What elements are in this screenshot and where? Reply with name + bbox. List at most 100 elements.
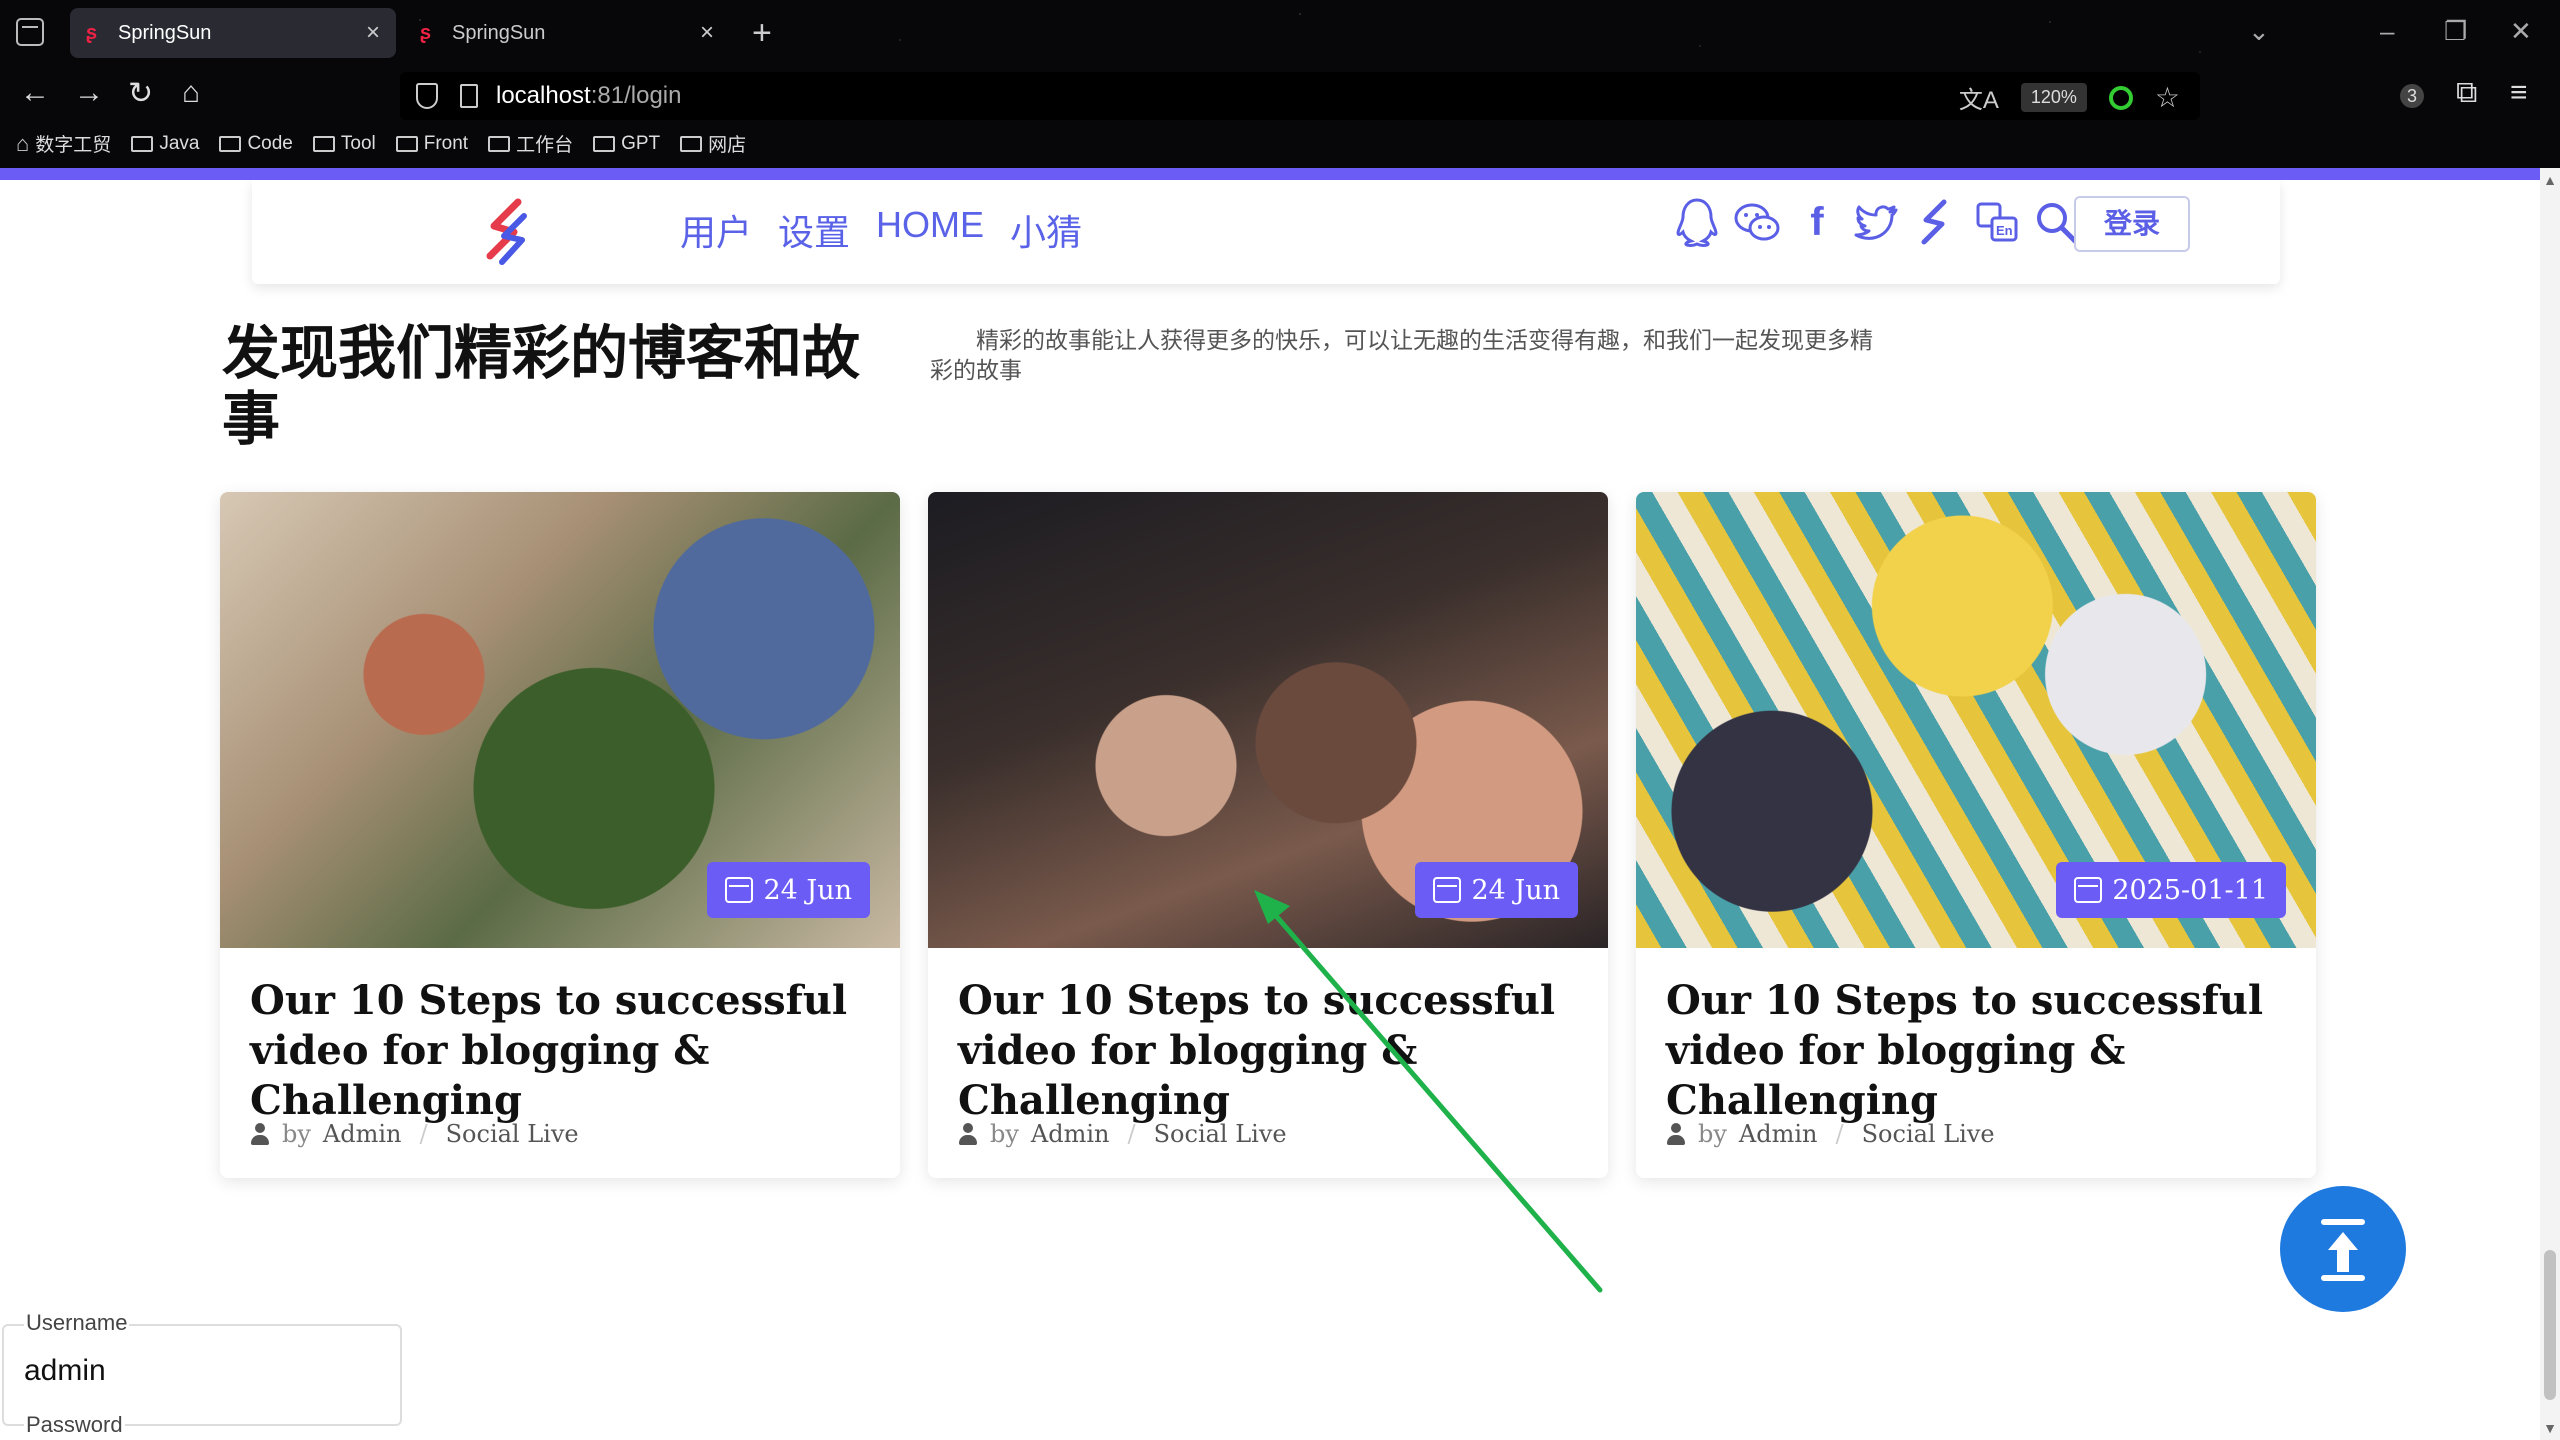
springsun-favicon-icon: ʂ bbox=[86, 22, 98, 44]
restore-icon[interactable]: ❐ bbox=[2444, 16, 2467, 47]
meta-separator: / bbox=[1127, 1120, 1136, 1148]
site-logo-icon[interactable] bbox=[480, 198, 540, 266]
tab-title: SpringSun bbox=[118, 21, 212, 44]
bookmark-item[interactable]: Tool bbox=[312, 130, 376, 157]
folder-icon bbox=[312, 135, 335, 152]
page-content: 用户 设置 HOME 小猜 f En 登录 发现我们精彩的博客和故事 精彩的故事… bbox=[0, 180, 2540, 1440]
close-tab-icon[interactable]: × bbox=[700, 19, 714, 47]
folder-icon bbox=[593, 135, 616, 152]
blog-card[interactable]: 24 Jun Our 10 Steps to successful video … bbox=[220, 492, 900, 1178]
brand-logo-icon[interactable] bbox=[1912, 194, 1962, 250]
date-text: 2025-01-11 bbox=[2112, 874, 2268, 906]
minimize-icon[interactable]: – bbox=[2380, 16, 2394, 47]
site-header: 用户 设置 HOME 小猜 f En 登录 bbox=[252, 180, 2280, 284]
nav-item-home[interactable]: HOME bbox=[876, 204, 984, 256]
author-link[interactable]: Admin bbox=[1739, 1120, 1818, 1148]
menu-icon[interactable]: ≡ bbox=[2510, 76, 2528, 110]
reload-icon[interactable]: ↻ bbox=[128, 76, 153, 111]
author-link[interactable]: Admin bbox=[323, 1120, 402, 1148]
login-button[interactable]: 登录 bbox=[2074, 196, 2190, 252]
extensions-icon[interactable]: ⧉ bbox=[2456, 76, 2477, 110]
scroll-down-icon[interactable]: ▼ bbox=[2543, 1420, 2557, 1436]
blog-card-title[interactable]: Our 10 Steps to successful video for blo… bbox=[250, 976, 880, 1126]
username-value[interactable]: admin bbox=[24, 1354, 106, 1388]
meta-separator: / bbox=[419, 1120, 428, 1148]
page-top-accent-bar bbox=[0, 168, 2540, 180]
scroll-up-icon[interactable]: ▲ bbox=[2543, 172, 2557, 188]
calendar-icon bbox=[2074, 877, 2103, 903]
by-label: by bbox=[282, 1120, 311, 1148]
arrow-up-icon bbox=[2321, 1219, 2365, 1281]
page-description: 精彩的故事能让人获得更多的快乐，可以让无趣的生活变得有趣，和我们一起发现更多精彩… bbox=[930, 328, 1873, 384]
close-tab-icon[interactable]: × bbox=[366, 19, 380, 47]
login-form: Username admin Password bbox=[0, 1310, 404, 1440]
category-link[interactable]: Social Live bbox=[446, 1120, 579, 1148]
bookmark-item[interactable]: 网店 bbox=[680, 130, 746, 157]
category-link[interactable]: Social Live bbox=[1154, 1120, 1287, 1148]
blog-card-title[interactable]: Our 10 Steps to successful video for blo… bbox=[1666, 976, 2296, 1126]
extension-status-icon[interactable] bbox=[2108, 85, 2133, 110]
facebook-icon[interactable]: f bbox=[1792, 194, 1842, 250]
calendar-icon bbox=[725, 877, 754, 903]
back-to-top-button[interactable] bbox=[2280, 1186, 2406, 1312]
social-icons: f En bbox=[1672, 194, 2082, 250]
back-icon[interactable]: ← bbox=[20, 76, 50, 110]
bookmark-item[interactable]: ⌂ 数字工贸 bbox=[16, 130, 111, 157]
category-link[interactable]: Social Live bbox=[1862, 1120, 1995, 1148]
url-path: :81/login bbox=[590, 82, 682, 109]
browser-tab-active[interactable]: ʂ SpringSun × bbox=[70, 8, 396, 58]
nav-item-users[interactable]: 用户 bbox=[680, 204, 752, 256]
bookmark-label: Code bbox=[247, 132, 293, 154]
date-badge: 2025-01-11 bbox=[2056, 862, 2286, 918]
blog-card-title[interactable]: Our 10 Steps to successful video for blo… bbox=[958, 976, 1588, 1126]
bookmark-item[interactable]: GPT bbox=[593, 130, 660, 157]
address-bar[interactable]: localhost :81/login 文A 120% ☆ bbox=[400, 72, 2200, 120]
meta-separator: / bbox=[1835, 1120, 1844, 1148]
nav-item-guess[interactable]: 小猜 bbox=[1010, 204, 1082, 256]
svg-text:En: En bbox=[1996, 223, 2013, 238]
bookmark-item[interactable]: Code bbox=[219, 130, 293, 157]
twitter-icon[interactable] bbox=[1852, 194, 1902, 250]
folder-icon bbox=[395, 135, 418, 152]
translate-icon[interactable]: 文A bbox=[1959, 80, 1999, 115]
browser-tab[interactable]: ʂ SpringSun × bbox=[404, 8, 730, 58]
url-host: localhost bbox=[496, 82, 591, 109]
user-icon bbox=[958, 1123, 978, 1145]
badge-count[interactable]: 3 bbox=[2400, 84, 2424, 108]
navigation-toolbar: ← → ↻ ⌂ localhost :81/login 文A 120% ☆ 3 … bbox=[0, 70, 2560, 122]
wechat-icon[interactable] bbox=[1732, 194, 1782, 250]
bookmark-item[interactable]: Java bbox=[131, 130, 199, 157]
user-icon bbox=[1666, 1123, 1686, 1145]
chevron-down-icon[interactable]: ⌄ bbox=[2248, 16, 2270, 47]
bookmarks-bar: ⌂ 数字工贸 Java Code Tool Front 工作台 GPT 网店 bbox=[16, 130, 746, 157]
bookmark-label: Tool bbox=[340, 132, 376, 154]
close-window-icon[interactable]: ✕ bbox=[2510, 16, 2532, 47]
user-icon bbox=[250, 1123, 270, 1145]
new-tab-icon[interactable]: + bbox=[752, 14, 772, 53]
calendar-icon bbox=[1433, 877, 1462, 903]
folder-icon bbox=[488, 135, 511, 152]
shield-icon[interactable] bbox=[416, 83, 438, 109]
scrollbar-thumb[interactable] bbox=[2544, 1250, 2556, 1400]
zoom-level[interactable]: 120% bbox=[2020, 83, 2087, 112]
language-icon[interactable]: En bbox=[1972, 194, 2022, 250]
nav-item-settings[interactable]: 设置 bbox=[778, 204, 850, 256]
tab-list-button[interactable] bbox=[16, 18, 44, 46]
folder-icon bbox=[131, 135, 154, 152]
folder-icon bbox=[680, 135, 703, 152]
date-text: 24 Jun bbox=[763, 874, 852, 906]
blog-card[interactable]: 2025-01-11 Our 10 Steps to successful vi… bbox=[1636, 492, 2316, 1178]
date-badge: 24 Jun bbox=[1415, 862, 1578, 918]
forward-icon[interactable]: → bbox=[74, 76, 104, 110]
home-icon[interactable]: ⌂ bbox=[182, 76, 200, 110]
password-label: Password bbox=[24, 1412, 125, 1438]
bookmark-label: GPT bbox=[621, 132, 661, 154]
blog-card[interactable]: 24 Jun Our 10 Steps to successful video … bbox=[928, 492, 1608, 1178]
bookmark-item[interactable]: Front bbox=[395, 130, 468, 157]
page-info-icon[interactable] bbox=[460, 84, 478, 108]
bookmark-star-icon[interactable]: ☆ bbox=[2155, 81, 2180, 114]
bookmark-item[interactable]: 工作台 bbox=[488, 130, 573, 157]
bookmark-label: 数字工贸 bbox=[35, 135, 112, 156]
author-link[interactable]: Admin bbox=[1031, 1120, 1110, 1148]
qq-icon[interactable] bbox=[1672, 194, 1722, 250]
